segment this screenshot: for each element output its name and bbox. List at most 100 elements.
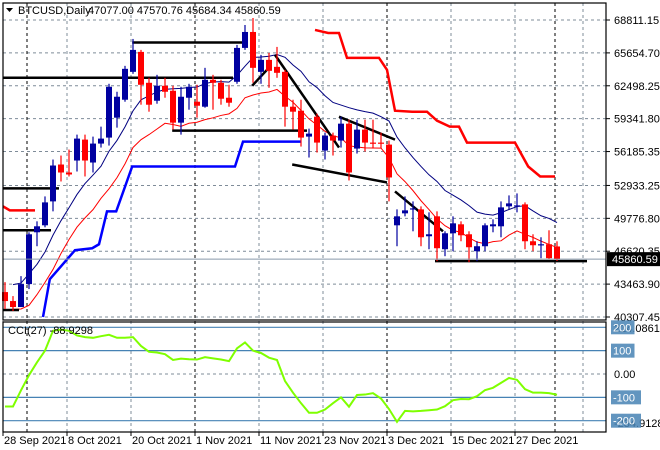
candle-body [306, 133, 312, 137]
cci-level-label: 100 [613, 346, 631, 358]
candle-body [466, 234, 472, 248]
date-tick-label: 1 Nov 2021 [196, 435, 252, 447]
date-tick-label: 23 Nov 2021 [324, 435, 386, 447]
cci-level-label: 200 [613, 322, 631, 334]
candle [26, 232, 32, 290]
candle-body [354, 129, 360, 149]
candle-body [42, 202, 48, 226]
ohlc-readout: 47077.00 47570.76 45684.34 45860.59 [88, 5, 281, 17]
candle-body [10, 301, 16, 308]
date-tick-label: 28 Sep 2021 [4, 435, 66, 447]
candle-body [274, 66, 280, 73]
price-tick-label: 65654.70 [614, 48, 660, 60]
candle-body [370, 142, 376, 144]
candle-body [258, 59, 264, 72]
candle-body [458, 224, 464, 236]
candle-body [426, 234, 432, 237]
candle-body [490, 224, 496, 227]
candle-body [170, 90, 176, 123]
candle-body [218, 82, 224, 99]
candle-body [162, 85, 168, 92]
candle-body [18, 284, 24, 308]
candle-body [226, 97, 232, 103]
candle-body [202, 79, 208, 107]
cci-label: CCI(27) -88.9298 [8, 325, 93, 337]
candle-body [482, 225, 488, 247]
candle-body [418, 209, 424, 238]
candle-body [242, 31, 248, 48]
price-tick-label: 62498.25 [614, 81, 660, 93]
price-tick-label: 52933.25 [614, 180, 660, 192]
candle-body [442, 233, 448, 250]
candle-body [514, 205, 520, 207]
candle-body [346, 123, 352, 173]
price-tick-label: 43463.90 [614, 279, 660, 291]
candle-body [298, 110, 304, 138]
date-tick-label: 20 Oct 2021 [132, 435, 192, 447]
candle-body [34, 226, 40, 233]
candle-body [530, 241, 536, 246]
candle-body [434, 216, 440, 249]
candle-body [98, 138, 104, 144]
candle-body [402, 210, 408, 214]
candle-body [138, 51, 144, 85]
candle-body [210, 79, 216, 83]
cci-level-label: -200 [613, 416, 635, 428]
candle-body [250, 31, 256, 68]
date-tick-label: 11 Nov 2021 [260, 435, 322, 447]
candle-body [282, 71, 288, 107]
candle [122, 65, 128, 102]
price-tick-label: 59341.80 [614, 114, 660, 126]
candle-body [154, 85, 160, 101]
candle-body [50, 165, 56, 202]
candle-body [290, 106, 296, 112]
candle-body [146, 82, 152, 105]
candle-body [106, 86, 112, 138]
date-tick-label: 15 Dec 2021 [452, 435, 514, 447]
candle-body [554, 246, 560, 260]
candle-body [330, 135, 336, 141]
date-tick-label: 3 Dec 2021 [388, 435, 444, 447]
candle-body [122, 68, 128, 100]
candle-body [506, 203, 512, 207]
symbol-timeframe: BTCUSD,Daily [18, 5, 91, 17]
candle-body [186, 86, 192, 98]
date-tick-label: 27 Dec 2021 [516, 435, 578, 447]
candle-body [266, 59, 272, 71]
price-tick-label: 56185.35 [614, 147, 660, 159]
candle-body [386, 144, 392, 178]
candle-body [194, 101, 200, 106]
current-price-label: 45860.59 [612, 254, 658, 266]
candle [234, 44, 240, 84]
candle-body [90, 143, 96, 163]
candle-body [498, 207, 504, 227]
date-tick-label: 8 Oct 2021 [68, 435, 122, 447]
candle-body [314, 116, 320, 143]
candle-body [394, 216, 400, 226]
candle [346, 119, 352, 181]
candle-body [178, 96, 184, 123]
candle-body [410, 208, 416, 210]
candle-body [338, 123, 344, 141]
candle-body [362, 129, 368, 143]
cci-zero-label: 0.00 [614, 369, 635, 381]
candle [106, 83, 112, 146]
candle-body [522, 204, 528, 242]
candle-body [130, 49, 136, 72]
candle-body [322, 135, 328, 151]
cci-level-label: -100 [613, 392, 635, 404]
chart-title: BTCUSD,Daily 47077.00 47570.76 45684.34 … [6, 5, 281, 17]
candle-body [474, 246, 480, 252]
chart-window[interactable]: 68811.15 65654.70 62498.25 59341.80 56185.35… [0, 0, 660, 450]
candle-body [82, 139, 88, 161]
candle-body [74, 138, 80, 161]
candle-body [546, 244, 552, 259]
price-tick-label: 49776.80 [614, 213, 660, 225]
candle-body [66, 172, 72, 175]
background [0, 0, 660, 450]
candle-body [450, 223, 456, 234]
candle-body [114, 96, 120, 118]
candle-body [378, 142, 384, 144]
candle-body [538, 244, 544, 246]
candle-body [58, 164, 64, 173]
